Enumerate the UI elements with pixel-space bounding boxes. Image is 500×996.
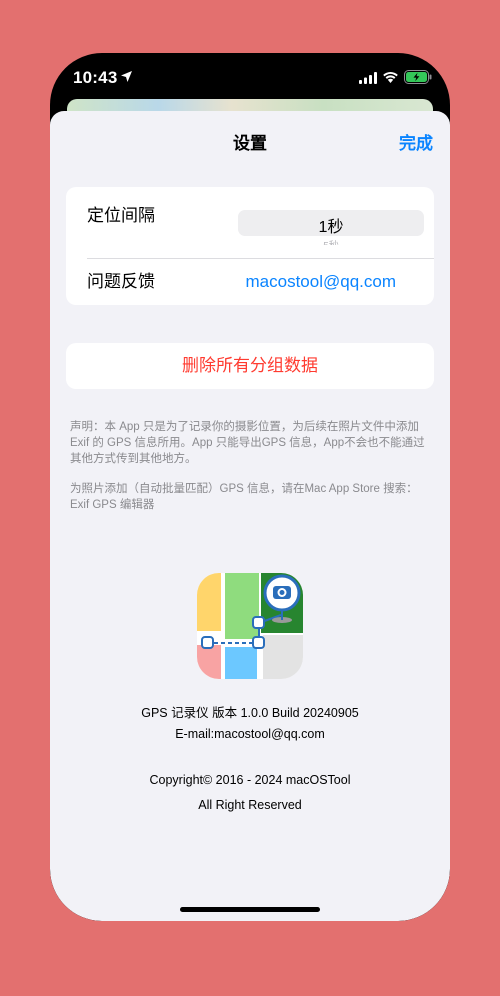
feedback-row: 问题反馈 macostool@qq.com bbox=[66, 259, 434, 305]
status-time: 10:43 bbox=[73, 68, 118, 87]
rights-text: All Right Reserved bbox=[198, 798, 302, 812]
disclaimer-text: 声明：本 App 只是为了记录你的摄影位置，为后续在照片文件中添加Exif 的 … bbox=[70, 421, 425, 465]
promo-text: 为照片添加（自动批量匹配）GPS 信息，请在Mac App Store 搜索：E… bbox=[70, 483, 418, 511]
settings-sheet: 设置 完成 定位间隔 1秒 5秒 问题反馈 macostool@qq.com 删… bbox=[50, 111, 450, 921]
interval-label: 定位间隔 bbox=[87, 206, 155, 225]
page-title: 设置 bbox=[233, 134, 267, 153]
done-button[interactable]: 完成 bbox=[399, 129, 433, 154]
picker-selected-value[interactable]: 1秒 bbox=[238, 213, 424, 237]
status-bar: 10:43 bbox=[50, 53, 450, 103]
app-logo-icon bbox=[197, 573, 303, 679]
feedback-label: 问题反馈 bbox=[87, 272, 155, 291]
about-email-text: E-mail:macostool@qq.com bbox=[175, 727, 325, 741]
interval-picker[interactable]: 1秒 5秒 bbox=[238, 210, 424, 245]
battery-charging-icon bbox=[404, 70, 432, 84]
phone-frame: 10:43 设置 完成 定位间隔 1秒 问题反馈 macostool@qq.co… bbox=[50, 53, 450, 921]
interval-row: 定位间隔 1秒 5秒 bbox=[66, 187, 434, 245]
version-text: GPS 记录仪 版本 1.0.0 Build 20240905 bbox=[141, 706, 359, 720]
copyright-text: Copyright© 2016 - 2024 macOSTool bbox=[149, 773, 351, 787]
delete-all-groups-button[interactable]: 删除所有分组数据 bbox=[66, 343, 434, 389]
feedback-email-link[interactable]: macostool@qq.com bbox=[246, 259, 397, 305]
location-arrow-icon bbox=[121, 71, 132, 82]
wifi-icon bbox=[383, 71, 398, 83]
home-indicator[interactable] bbox=[180, 907, 320, 912]
settings-group: 定位间隔 1秒 5秒 问题反馈 macostool@qq.com bbox=[66, 187, 434, 305]
cellular-signal-icon bbox=[359, 72, 377, 84]
picker-next-value[interactable]: 5秒 bbox=[238, 237, 424, 245]
